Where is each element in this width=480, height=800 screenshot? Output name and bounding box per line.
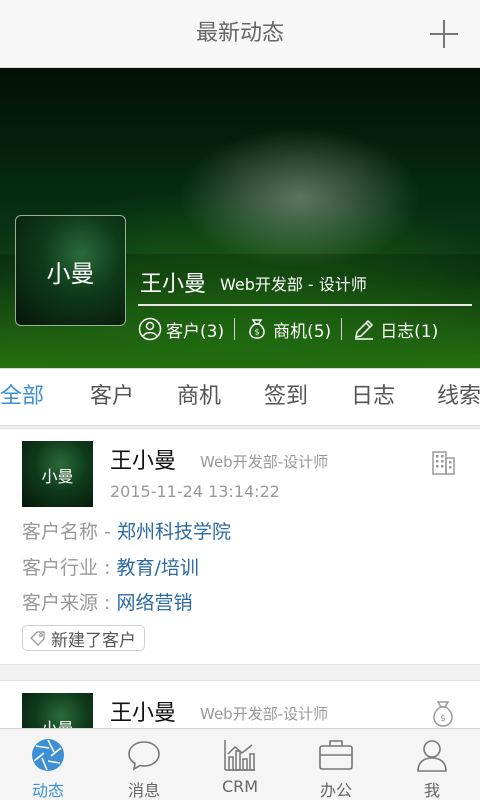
stat-opportunities-label: 商机(5) <box>273 321 332 342</box>
tag-label: 新建了客户 <box>51 630 136 651</box>
top-bar: 最新动态 <box>0 0 480 68</box>
tab-checkin[interactable]: 签到 <box>264 369 308 425</box>
field-label: 客户行业 : <box>22 557 117 579</box>
nav-label: 消息 <box>127 781 160 800</box>
nav-label: CRM <box>221 777 259 796</box>
field-value: 教育/培训 <box>116 557 199 579</box>
divider <box>138 304 472 306</box>
stat-customers-label: 客户(3) <box>166 321 225 342</box>
field-value[interactable]: 郑州科技学院 <box>117 521 231 543</box>
nav-crm[interactable]: CRM <box>192 729 288 800</box>
field-industry: 客户行业 : 教育/培训 <box>22 553 199 580</box>
customer-icon <box>138 317 162 341</box>
divider <box>341 318 343 340</box>
feed-card[interactable]: 小曼 王小曼 Web开发部-设计师 $ <box>0 680 480 730</box>
camera-aperture-icon <box>32 739 64 771</box>
avatar[interactable]: 小曼 <box>15 215 126 326</box>
profile-name: 王小曼 <box>140 272 207 297</box>
tab-all[interactable]: 全部 <box>0 369 44 425</box>
bottom-nav: 动态 消息 CRM 办公 我 <box>0 728 480 800</box>
field-label: 客户名称 - <box>22 521 117 543</box>
profile-department: Web开发部 - 设计师 <box>220 275 367 294</box>
field-value: 网络营销 <box>116 592 193 614</box>
nav-me[interactable]: 我 <box>384 729 480 800</box>
page-title: 最新动态 <box>195 21 284 46</box>
tab-leads[interactable]: 线索 <box>437 369 480 425</box>
field-source: 客户来源 : 网络营销 <box>22 588 193 615</box>
tag-icon <box>30 631 45 646</box>
stat-opportunities[interactable]: $ 商机(5) <box>245 317 331 342</box>
building-icon <box>432 451 455 475</box>
svg-text:$: $ <box>255 328 260 337</box>
feed-card[interactable]: 小曼 王小曼 Web开发部-设计师 2015-11-24 13:14:22 客户… <box>0 428 480 665</box>
author-department: Web开发部-设计师 <box>200 705 329 723</box>
tab-logs[interactable]: 日志 <box>351 369 395 425</box>
avatar[interactable]: 小曼 <box>22 441 93 507</box>
field-customer-name: 客户名称 - 郑州科技学院 <box>22 517 231 544</box>
author-name: 王小曼 <box>110 449 177 474</box>
person-icon <box>417 740 447 772</box>
plus-icon[interactable] <box>426 16 462 52</box>
profile-stats: 客户(3) $ 商机(5) 日志(1) <box>138 314 472 344</box>
pencil-icon <box>355 319 374 340</box>
tab-customers[interactable]: 客户 <box>90 369 134 425</box>
nav-label: 我 <box>423 781 440 800</box>
avatar-text: 小曼 <box>41 467 74 486</box>
avatar-text: 小曼 <box>46 260 95 288</box>
nav-label: 动态 <box>31 781 64 800</box>
nav-label: 办公 <box>319 781 352 800</box>
avatar[interactable]: 小曼 <box>22 693 93 729</box>
stat-logs-label: 日志(1) <box>380 321 439 342</box>
chat-bubble-icon <box>128 741 160 771</box>
nav-feed[interactable]: 动态 <box>0 729 96 800</box>
nav-messages[interactable]: 消息 <box>96 729 192 800</box>
divider <box>234 318 236 340</box>
money-bag-icon: $ <box>433 701 453 727</box>
profile-banner: 小曼 王小曼 Web开发部 - 设计师 客户(3) $ 商机(5) 日志(1) <box>0 68 480 368</box>
filter-tabs: 全部 客户 商机 签到 日志 线索 <box>0 368 480 426</box>
activity-tag: 新建了客户 <box>22 625 145 651</box>
money-bag-icon: $ <box>249 319 265 339</box>
stat-customers[interactable]: 客户(3) <box>138 317 224 342</box>
nav-office[interactable]: 办公 <box>288 729 384 800</box>
svg-text:$: $ <box>440 714 446 724</box>
briefcase-icon <box>319 740 353 770</box>
author-department: Web开发部-设计师 <box>200 453 329 471</box>
post-time: 2015-11-24 13:14:22 <box>110 482 280 501</box>
bar-chart-icon <box>224 740 255 771</box>
field-label: 客户来源 : <box>22 592 117 614</box>
stat-logs[interactable]: 日志(1) <box>352 317 438 342</box>
author-name: 王小曼 <box>110 701 177 726</box>
tab-opportunities[interactable]: 商机 <box>177 369 221 425</box>
